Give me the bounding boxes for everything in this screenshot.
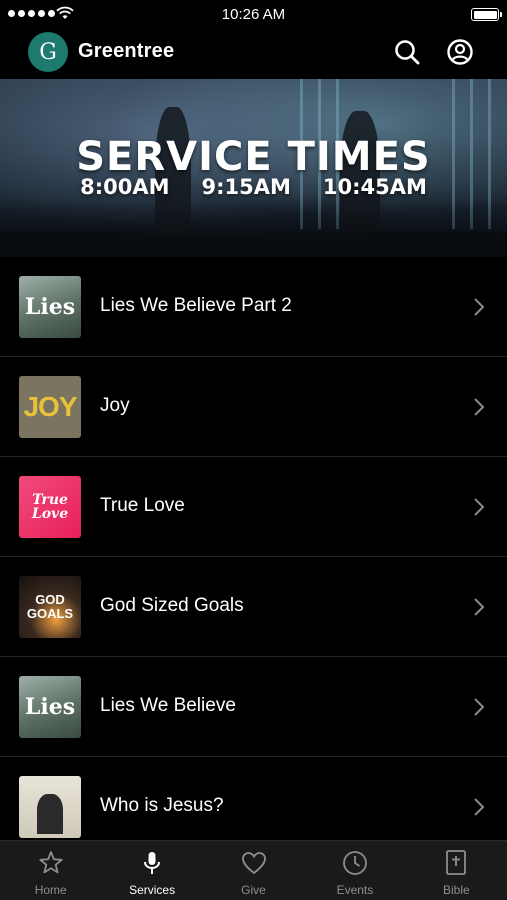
- search-icon[interactable]: [393, 38, 421, 66]
- list-item-title: Joy: [100, 395, 130, 416]
- battery-icon: [471, 8, 502, 21]
- banner-title: SERVICE TIMES: [76, 134, 431, 180]
- jesus-thumbnail: [19, 776, 81, 838]
- list-item[interactable]: JOY Joy: [0, 357, 507, 457]
- joy-thumbnail: JOY: [19, 376, 81, 438]
- tab-events[interactable]: Events: [304, 841, 405, 900]
- service-time: 10:45AM: [322, 175, 427, 199]
- account-icon[interactable]: [446, 38, 474, 66]
- lies-thumbnail: Lies: [19, 676, 81, 738]
- tab-home[interactable]: Home: [0, 841, 101, 900]
- true-love-thumbnail: True Love: [19, 476, 81, 538]
- tab-label: Services: [129, 883, 176, 897]
- app-header: G Greentree: [0, 28, 507, 78]
- god-goals-thumbnail: GOD GOALS: [19, 576, 81, 638]
- list-item[interactable]: Lies Lies We Believe: [0, 657, 507, 757]
- sermon-series-list: Lies Lies We Believe Part 2 JOY Joy True…: [0, 257, 507, 857]
- lies-thumbnail: Lies: [19, 276, 81, 338]
- tab-label: Give: [241, 883, 266, 897]
- chevron-right-icon: [474, 598, 485, 616]
- service-times-banner[interactable]: SERVICE TIMES 8:00AM 9:15AM 10:45AM: [0, 79, 507, 257]
- list-item-title: Lies We Believe: [100, 695, 236, 716]
- bible-icon: [446, 850, 467, 875]
- chevron-right-icon: [474, 398, 485, 416]
- banner-times: 8:00AM 9:15AM 10:45AM: [0, 175, 507, 199]
- list-item[interactable]: True Love True Love: [0, 457, 507, 557]
- list-item-title: True Love: [100, 495, 185, 516]
- service-time: 9:15AM: [201, 175, 291, 199]
- tab-label: Home: [34, 883, 67, 897]
- chevron-right-icon: [474, 698, 485, 716]
- tab-label: Events: [336, 883, 374, 897]
- app-logo[interactable]: G: [28, 32, 68, 72]
- list-item-title: God Sized Goals: [100, 595, 244, 616]
- tab-bible[interactable]: Bible: [406, 841, 507, 900]
- chevron-right-icon: [474, 798, 485, 816]
- tab-services[interactable]: Services: [101, 841, 202, 900]
- status-bar: 10:26 AM: [0, 0, 507, 28]
- chevron-right-icon: [474, 298, 485, 316]
- microphone-icon: [144, 852, 161, 874]
- app-title: Greentree: [78, 40, 175, 62]
- list-item-title: Who is Jesus?: [100, 795, 224, 816]
- tab-bar: Home Services Give Events Bible: [0, 840, 507, 900]
- status-time: 10:26 AM: [221, 6, 286, 23]
- chevron-right-icon: [474, 498, 485, 516]
- list-item-title: Lies We Believe Part 2: [100, 295, 292, 316]
- clock-icon: [343, 851, 367, 875]
- tab-give[interactable]: Give: [203, 841, 304, 900]
- list-item[interactable]: Lies Lies We Believe Part 2: [0, 257, 507, 357]
- star-icon: [39, 851, 63, 874]
- list-item[interactable]: GOD GOALS God Sized Goals: [0, 557, 507, 657]
- heart-icon: [241, 852, 266, 875]
- tab-label: Bible: [442, 883, 470, 897]
- service-time: 8:00AM: [80, 175, 170, 199]
